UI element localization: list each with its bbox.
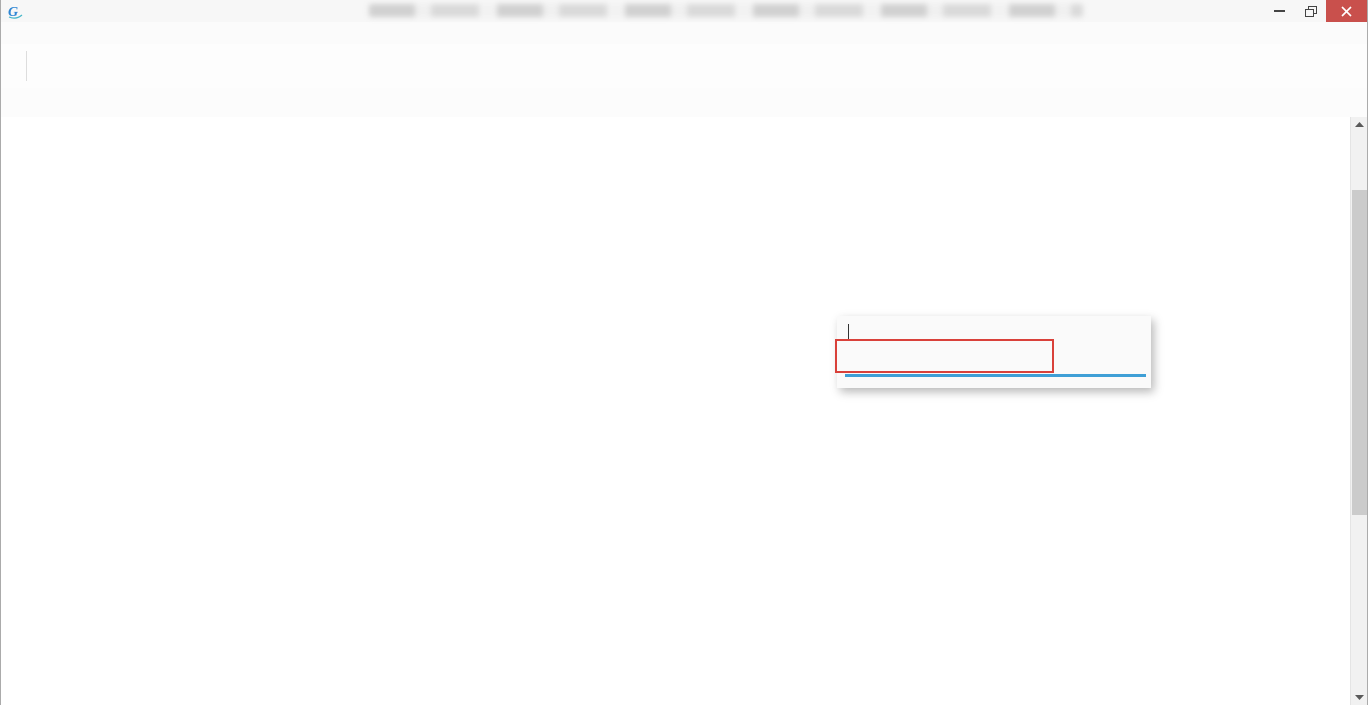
restore-button[interactable]: [1295, 0, 1326, 22]
blurred-file-path: [369, 4, 1083, 17]
menu-bar: [1, 22, 1367, 44]
annotation-box-input: [835, 339, 1054, 373]
title-bar: G: [1, 0, 1367, 22]
events-sheet: [1, 117, 1367, 705]
minimize-button[interactable]: [1264, 0, 1295, 22]
vertical-scrollbar[interactable]: [1350, 117, 1367, 705]
window-title: [369, 4, 1088, 17]
scrollbar-thumb[interactable]: [1352, 190, 1367, 515]
tab-bar: [1, 88, 1367, 117]
scroll-up-arrow-icon[interactable]: [1351, 117, 1368, 132]
text-cursor: [848, 324, 849, 341]
popup-focus-underline: [845, 374, 1146, 377]
close-button[interactable]: [1326, 0, 1367, 22]
expression-editor-popup: [837, 316, 1151, 388]
gdevelop-logo-icon: G: [7, 3, 23, 24]
toolbar: [1, 44, 1367, 88]
scroll-down-arrow-icon[interactable]: [1351, 690, 1368, 705]
toolbar-separator: [26, 51, 27, 81]
